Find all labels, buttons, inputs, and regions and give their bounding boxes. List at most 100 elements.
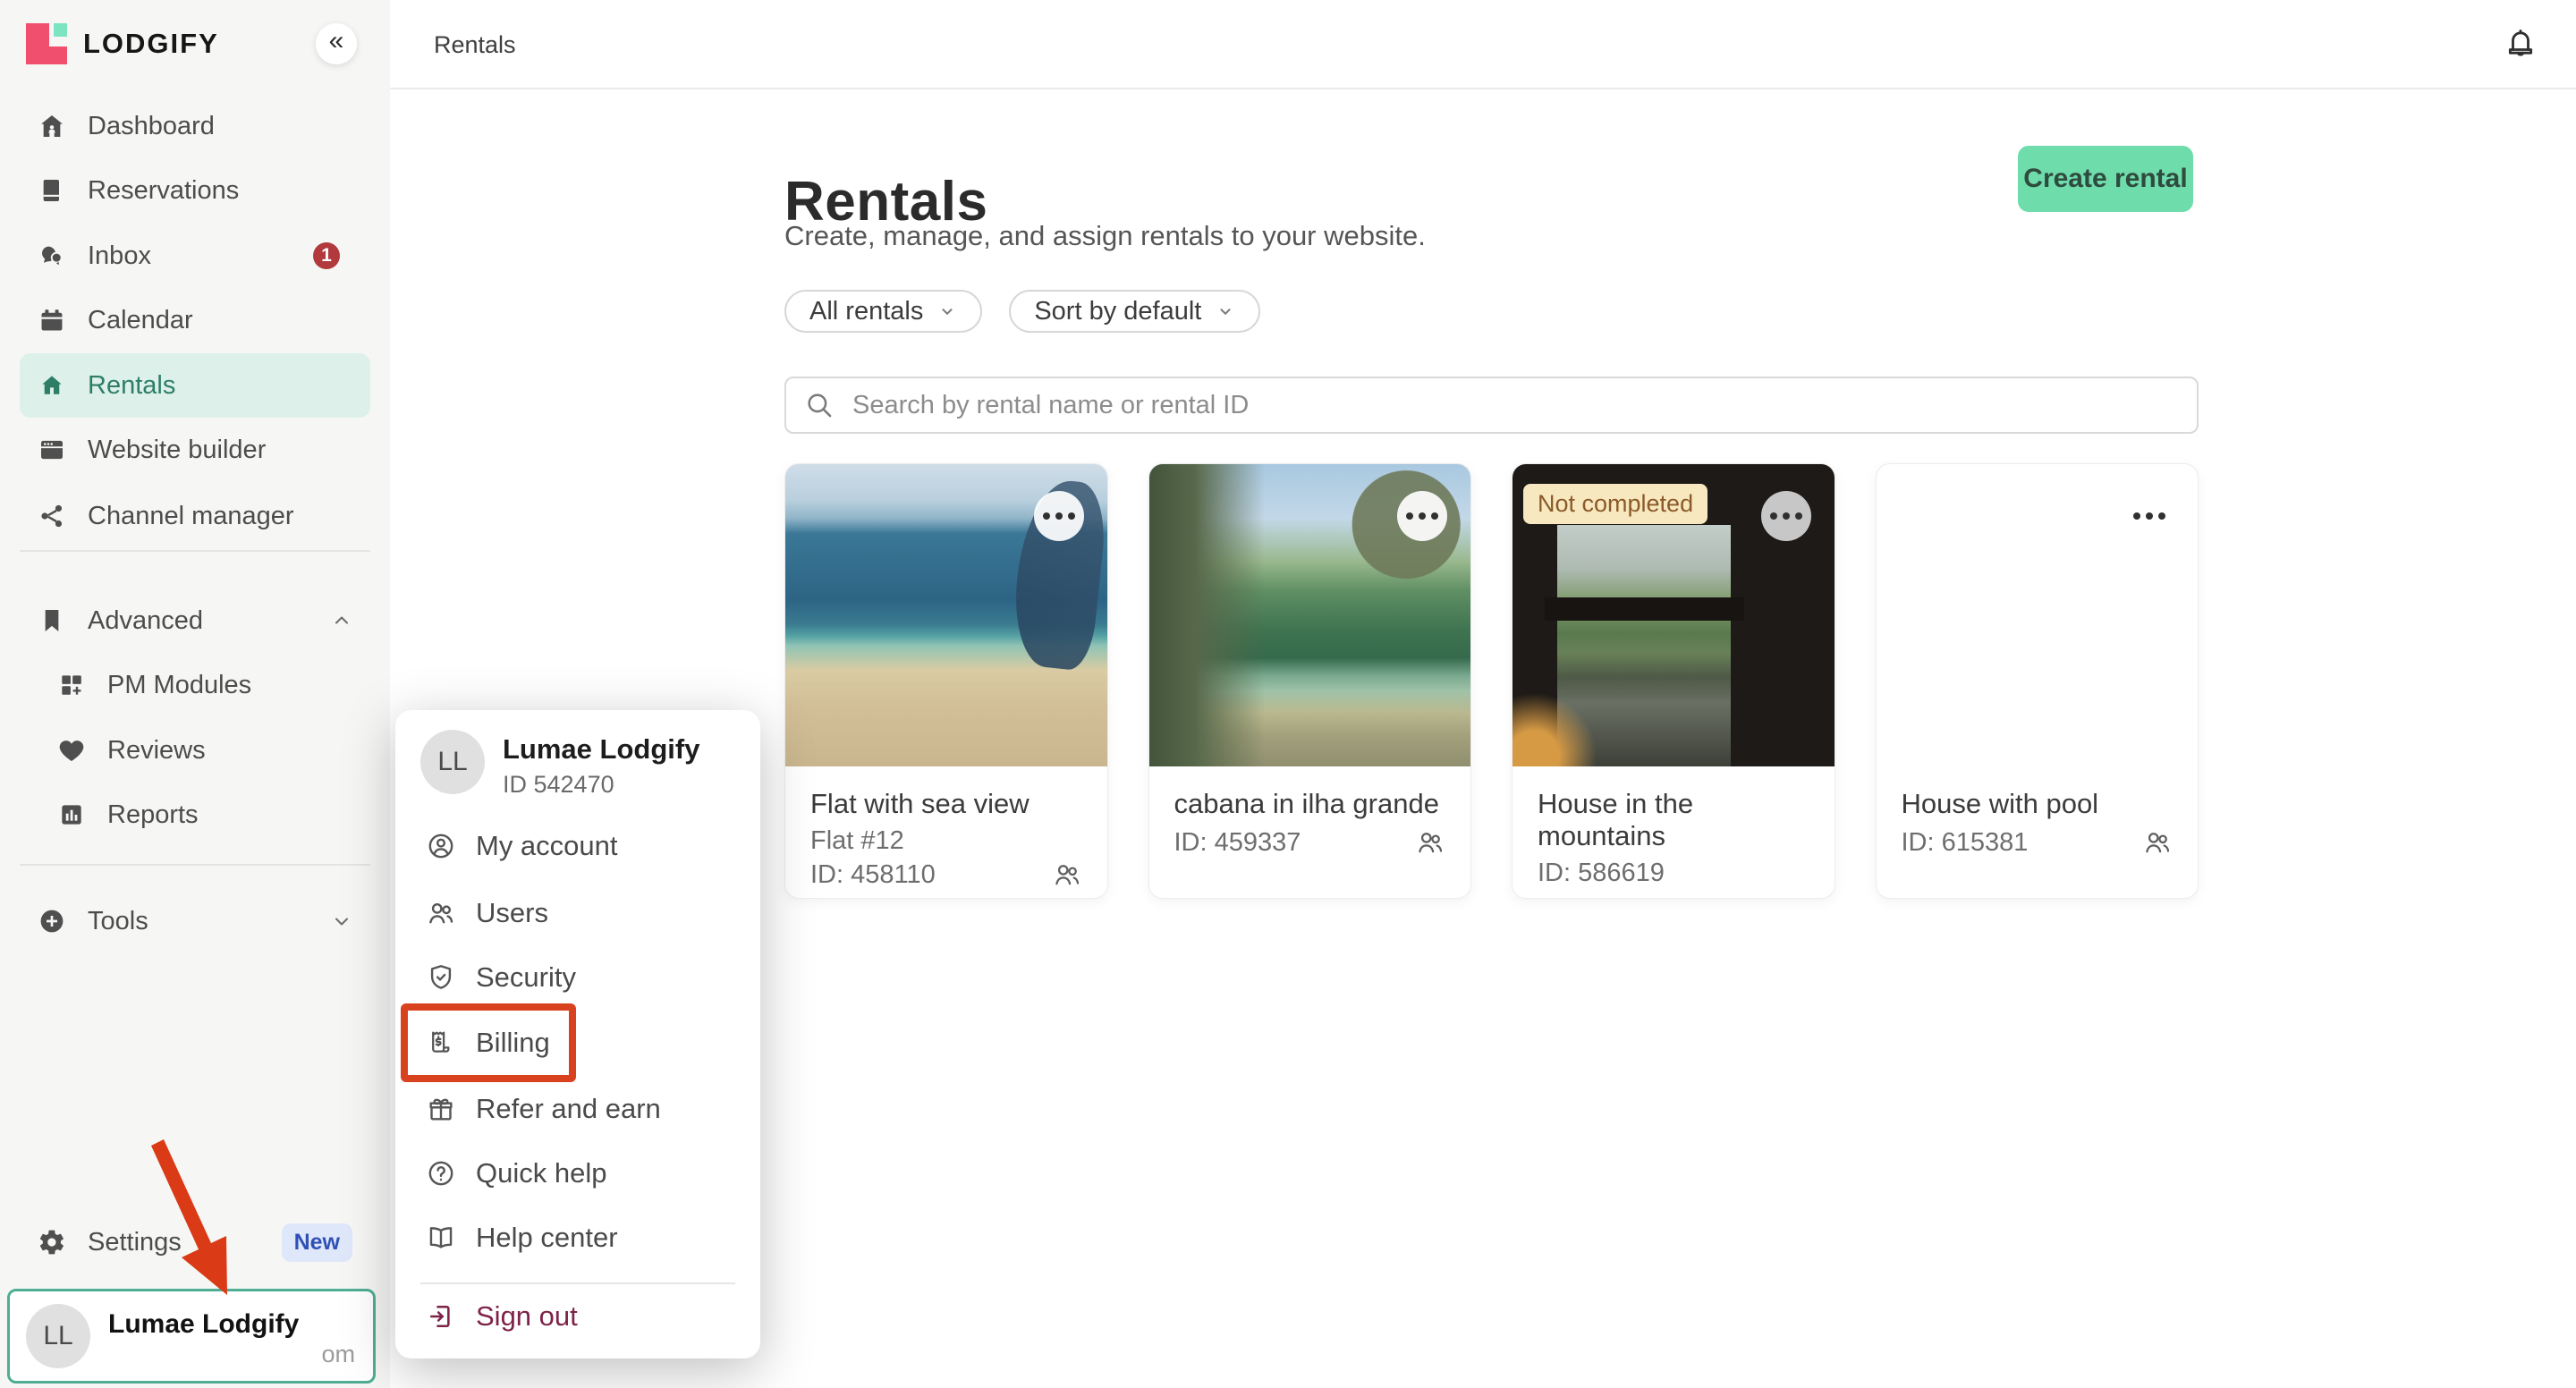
sidebar-item-label: Reports bbox=[107, 800, 199, 830]
rental-id: ID: 459337 bbox=[1174, 829, 1301, 856]
chevron-up-icon bbox=[331, 610, 352, 631]
sidebar-item-label: Inbox bbox=[88, 241, 151, 271]
shield-check-icon bbox=[426, 962, 456, 993]
lodgify-logo-icon bbox=[26, 23, 67, 64]
search-icon bbox=[804, 390, 835, 420]
gear-icon bbox=[38, 1228, 66, 1257]
sidebar-item-reservations[interactable]: Reservations bbox=[20, 158, 370, 223]
chevron-down-icon bbox=[1216, 301, 1235, 321]
bookmark-icon bbox=[38, 606, 66, 635]
sidebar-item-settings[interactable]: Settings New bbox=[20, 1210, 370, 1274]
filters-row: All rentals Sort by default bbox=[784, 290, 1260, 333]
sidebar-item-calendar[interactable]: Calendar bbox=[20, 288, 370, 352]
rental-card[interactable]: House with pool ID: 615381 bbox=[1876, 463, 2199, 899]
billing-receipt-icon bbox=[426, 1028, 456, 1058]
rental-title: House in the mountains bbox=[1538, 788, 1809, 852]
menu-item-users[interactable]: Users bbox=[408, 881, 748, 945]
settings-new-badge: New bbox=[282, 1223, 352, 1262]
sidebar-item-inbox[interactable]: Inbox 1 bbox=[20, 224, 370, 288]
calendar-icon bbox=[38, 306, 66, 334]
sidebar-item-pm-modules[interactable]: PM Modules bbox=[20, 653, 370, 717]
sidebar-user-card[interactable]: LL Lumae Lodgify om bbox=[7, 1289, 376, 1384]
menu-item-billing[interactable]: Billing bbox=[408, 1011, 748, 1075]
gift-icon bbox=[426, 1094, 456, 1124]
network-icon bbox=[38, 502, 66, 530]
sidebar-item-rentals[interactable]: Rentals bbox=[20, 353, 370, 418]
breadcrumb: Rentals bbox=[434, 0, 516, 89]
menu-item-my-account[interactable]: My account bbox=[408, 814, 748, 878]
card-info: House in the mountains ID: 586619 bbox=[1513, 766, 1835, 886]
sidebar-item-reports[interactable]: Reports bbox=[20, 783, 370, 847]
card-options-button[interactable] bbox=[1397, 491, 1447, 541]
menu-account-id: ID 542470 bbox=[503, 771, 614, 799]
sidebar: LODGIFY « Dashboard Reservations Inbox 1… bbox=[0, 0, 390, 1388]
menu-item-label: Quick help bbox=[476, 1157, 606, 1189]
rental-cards-grid: Flat with sea view Flat #12 ID: 458110 c… bbox=[784, 463, 2199, 899]
filter-all-rentals[interactable]: All rentals bbox=[784, 290, 982, 333]
sidebar-divider bbox=[20, 550, 370, 552]
sidebar-item-dashboard[interactable]: Dashboard bbox=[20, 94, 370, 158]
sidebar-divider bbox=[20, 864, 370, 866]
rental-id: ID: 586619 bbox=[1538, 859, 1665, 886]
rental-id: ID: 615381 bbox=[1902, 829, 2029, 856]
rental-card[interactable]: Not completed House in the mountains ID:… bbox=[1512, 463, 1835, 899]
sidebar-item-tools[interactable]: Tools bbox=[20, 889, 370, 953]
not-completed-badge: Not completed bbox=[1523, 484, 1707, 524]
menu-item-label: Sign out bbox=[476, 1300, 578, 1333]
sidebar-item-label: Settings bbox=[88, 1228, 182, 1257]
notifications-bell-icon[interactable] bbox=[2503, 27, 2538, 63]
sidebar-item-label: PM Modules bbox=[107, 671, 251, 700]
user-email-fragment: om bbox=[321, 1341, 355, 1368]
menu-item-help-center[interactable]: Help center bbox=[408, 1206, 748, 1270]
user-avatar: LL bbox=[26, 1304, 90, 1368]
rental-title: cabana in ilha grande bbox=[1174, 788, 1446, 820]
open-book-icon bbox=[426, 1223, 456, 1253]
users-icon bbox=[426, 898, 456, 928]
topbar: Rentals bbox=[390, 0, 2576, 89]
bar-chart-icon bbox=[57, 800, 86, 829]
menu-item-label: My account bbox=[476, 830, 618, 862]
sidebar-item-label: Tools bbox=[88, 907, 148, 936]
inbox-unread-badge: 1 bbox=[313, 242, 340, 269]
search-bar bbox=[784, 377, 2199, 434]
menu-item-security[interactable]: Security bbox=[408, 945, 748, 1010]
chevron-down-icon bbox=[331, 910, 352, 932]
avatar-initials: LL bbox=[437, 747, 467, 777]
sort-by-default[interactable]: Sort by default bbox=[1009, 290, 1260, 333]
filter-label: Sort by default bbox=[1034, 297, 1201, 326]
sidebar-item-advanced[interactable]: Advanced bbox=[20, 588, 370, 653]
search-input[interactable] bbox=[784, 377, 2199, 434]
card-info: cabana in ilha grande ID: 459337 bbox=[1149, 766, 1471, 858]
sidebar-item-label: Dashboard bbox=[88, 112, 215, 141]
rental-card[interactable]: cabana in ilha grande ID: 459337 bbox=[1148, 463, 1472, 899]
create-rental-button[interactable]: Create rental bbox=[2018, 146, 2193, 212]
card-info: Flat with sea view Flat #12 ID: 458110 bbox=[785, 766, 1107, 890]
lodgify-app: LODGIFY « Dashboard Reservations Inbox 1… bbox=[0, 0, 2576, 1388]
sidebar-item-label: Reviews bbox=[107, 736, 206, 766]
rental-id: ID: 458110 bbox=[810, 861, 936, 888]
menu-item-label: Users bbox=[476, 897, 548, 929]
sidebar-item-label: Rentals bbox=[88, 371, 175, 401]
sidebar-item-website-builder[interactable]: Website builder bbox=[20, 418, 370, 482]
card-options-button[interactable] bbox=[1034, 491, 1084, 541]
menu-item-quick-help[interactable]: Quick help bbox=[408, 1141, 748, 1206]
menu-item-sign-out[interactable]: Sign out bbox=[408, 1284, 748, 1349]
menu-item-label: Billing bbox=[476, 1027, 550, 1059]
lodgify-wordmark: LODGIFY bbox=[83, 23, 219, 64]
sidebar-item-label: Channel manager bbox=[88, 502, 294, 531]
sidebar-collapse-button[interactable]: « bbox=[316, 23, 357, 64]
rental-card[interactable]: Flat with sea view Flat #12 ID: 458110 bbox=[784, 463, 1108, 899]
chat-bubbles-icon bbox=[38, 241, 66, 270]
rental-title: Flat with sea view bbox=[810, 788, 1082, 820]
user-circle-icon bbox=[426, 831, 456, 861]
browser-icon bbox=[38, 436, 66, 464]
card-options-button[interactable] bbox=[1761, 491, 1811, 541]
menu-item-label: Security bbox=[476, 961, 576, 994]
card-options-button[interactable] bbox=[2124, 491, 2174, 541]
menu-item-refer-and-earn[interactable]: Refer and earn bbox=[408, 1077, 748, 1141]
sidebar-item-channel-manager[interactable]: Channel manager bbox=[20, 484, 370, 548]
sidebar-item-reviews[interactable]: Reviews bbox=[20, 718, 370, 783]
plus-circle-icon bbox=[38, 907, 66, 935]
menu-item-label: Refer and earn bbox=[476, 1093, 661, 1125]
sign-out-icon bbox=[426, 1301, 456, 1332]
